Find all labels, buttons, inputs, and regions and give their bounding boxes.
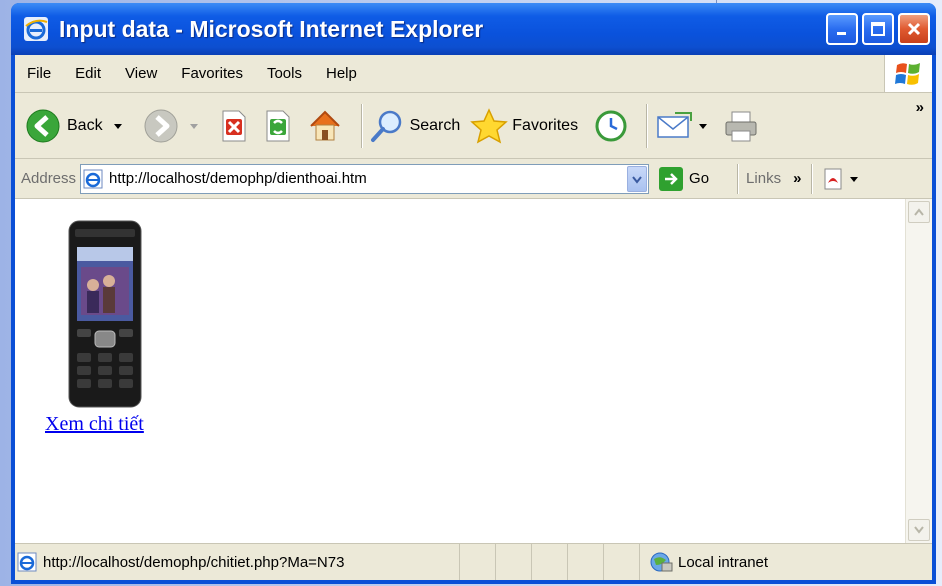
security-zone-panel[interactable]: Local intranet	[640, 544, 932, 580]
menu-view[interactable]: View	[125, 65, 157, 82]
menu-help[interactable]: Help	[326, 65, 357, 82]
toolbar-overflow-chevron[interactable]: »	[916, 99, 924, 116]
status-cell	[604, 544, 640, 580]
status-bar: http://localhost/demophp/chitiet.php?Ma=…	[15, 544, 932, 580]
title-bar[interactable]: Input data - Microsoft Internet Explorer	[11, 3, 936, 55]
search-label: Search	[409, 116, 461, 134]
search-button[interactable]: Search	[370, 109, 461, 143]
page-icon	[17, 552, 37, 572]
favorites-star-icon	[470, 107, 509, 143]
minimize-icon	[837, 32, 846, 35]
chevron-down-icon	[914, 526, 924, 534]
back-button[interactable]: Back	[25, 108, 125, 144]
back-label: Back	[67, 116, 103, 134]
menu-tools[interactable]: Tools	[267, 65, 302, 82]
status-text-panel: http://localhost/demophp/chitiet.php?Ma=…	[15, 544, 460, 580]
browser-window: Input data - Microsoft Internet Explorer…	[11, 3, 936, 584]
status-url: http://localhost/demophp/chitiet.php?Ma=…	[43, 553, 345, 571]
refresh-icon	[266, 110, 290, 141]
go-label: Go	[689, 170, 710, 187]
page-content: Xem chi tiết	[15, 199, 932, 544]
close-button[interactable]	[898, 13, 930, 45]
menu-bar: File Edit View Favorites Tools Help	[15, 55, 932, 93]
forward-dropdown-icon[interactable]	[187, 119, 201, 133]
search-icon	[370, 110, 401, 142]
page-icon	[83, 169, 103, 188]
maximize-icon	[871, 22, 885, 36]
status-cell	[532, 544, 568, 580]
address-dropdown-button[interactable]	[627, 165, 648, 192]
acrobat-icon[interactable]	[822, 167, 846, 191]
forward-button[interactable]	[143, 108, 201, 144]
windows-logo-icon	[884, 55, 932, 92]
security-zone-label: Local intranet	[678, 553, 769, 571]
forward-arrow-icon	[144, 109, 178, 142]
chevron-down-icon	[632, 175, 642, 184]
favorites-button[interactable]: Favorites	[470, 107, 579, 144]
standard-toolbar: Back Search Favorites »	[15, 93, 932, 159]
back-dropdown-icon[interactable]	[111, 119, 125, 133]
menu-file[interactable]: File	[27, 65, 51, 82]
menu-favorites[interactable]: Favorites	[181, 65, 243, 82]
address-label: Address	[21, 170, 77, 187]
history-button[interactable]	[594, 109, 628, 143]
vertical-scrollbar[interactable]	[905, 199, 932, 543]
status-cell	[460, 544, 496, 580]
links-overflow-chevron[interactable]: »	[793, 170, 801, 187]
go-button[interactable]: Go	[659, 166, 710, 191]
toolbar-separator	[646, 103, 648, 148]
stop-button[interactable]	[219, 109, 249, 143]
go-arrow-icon	[659, 166, 684, 191]
stop-icon	[222, 110, 246, 141]
phone-image[interactable]	[67, 219, 143, 409]
mail-button[interactable]	[655, 109, 709, 143]
acrobat-dropdown-icon[interactable]	[848, 172, 860, 186]
menu-edit[interactable]: Edit	[75, 65, 101, 82]
maximize-button[interactable]	[862, 13, 894, 45]
home-icon	[309, 110, 340, 140]
home-button[interactable]	[307, 108, 343, 144]
address-bar: Address http://localhost/demophp/dientho…	[15, 159, 932, 199]
close-icon	[907, 22, 921, 36]
printer-icon	[725, 111, 757, 141]
intranet-globe-icon	[650, 552, 673, 572]
scroll-down-button[interactable]	[908, 519, 930, 541]
scroll-up-button[interactable]	[908, 201, 930, 223]
toolbar-separator	[360, 103, 362, 148]
address-input[interactable]: http://localhost/demophp/dienthoai.htm	[80, 163, 650, 194]
status-cell	[568, 544, 604, 580]
links-separator	[811, 163, 813, 194]
status-cell	[496, 544, 532, 580]
mail-dropdown-icon[interactable]	[697, 119, 709, 133]
back-arrow-icon	[26, 109, 60, 142]
print-button[interactable]	[723, 109, 759, 143]
favorites-label: Favorites	[512, 116, 579, 134]
address-url: http://localhost/demophp/dienthoai.htm	[109, 170, 367, 187]
mail-icon	[657, 111, 693, 138]
chevron-up-icon	[914, 208, 924, 216]
ie-icon	[24, 17, 48, 41]
refresh-button[interactable]	[263, 109, 293, 143]
window-title: Input data - Microsoft Internet Explorer	[59, 15, 484, 42]
view-details-link[interactable]: Xem chi tiết	[45, 413, 144, 436]
links-label[interactable]: Links	[746, 170, 781, 187]
address-separator	[737, 163, 739, 194]
history-icon	[595, 110, 627, 141]
minimize-button[interactable]	[826, 13, 858, 45]
